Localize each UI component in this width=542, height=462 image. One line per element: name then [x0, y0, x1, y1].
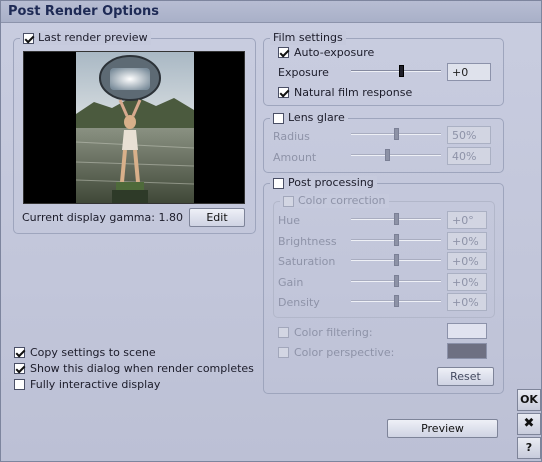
- gain-slider-thumb[interactable]: [394, 275, 399, 287]
- last-render-label: Last render preview: [38, 31, 148, 44]
- gain-slider[interactable]: [351, 275, 441, 287]
- post-processing-toggle[interactable]: Post processing: [270, 176, 377, 190]
- copy-settings-label: Copy settings to scene: [30, 346, 156, 359]
- radius-slider-thumb[interactable]: [394, 128, 399, 140]
- hue-label: Hue: [278, 214, 301, 227]
- radius-label: Radius: [273, 130, 310, 143]
- color-perspective-checkbox[interactable]: [278, 347, 289, 358]
- density-label: Density: [278, 296, 320, 309]
- color-correction-toggle[interactable]: Color correction: [280, 194, 389, 208]
- gamma-text: Current display gamma: 1.80: [22, 211, 183, 224]
- color-filtering-checkbox[interactable]: [278, 327, 289, 338]
- density-field[interactable]: +0%: [447, 293, 487, 311]
- amount-field[interactable]: 40%: [447, 147, 491, 165]
- color-filtering-label: Color filtering:: [294, 326, 373, 339]
- render-preview-graphic: [24, 52, 244, 203]
- reset-button[interactable]: Reset: [437, 367, 494, 386]
- copy-settings-checkbox[interactable]: [14, 347, 25, 358]
- color-perspective-label: Color perspective:: [294, 346, 395, 359]
- last-render-checkbox[interactable]: [23, 32, 34, 44]
- color-correction-checkbox[interactable]: [283, 195, 294, 207]
- lens-glare-label: Lens glare: [288, 111, 345, 124]
- amount-slider-thumb[interactable]: [385, 149, 390, 161]
- gain-field[interactable]: +0%: [447, 273, 487, 291]
- interactive-display-label: Fully interactive display: [30, 378, 161, 391]
- close-icon: ✖: [523, 416, 535, 431]
- ok-label: OK: [520, 393, 538, 406]
- auto-exposure-toggle[interactable]: Auto-exposure: [278, 46, 374, 59]
- post-processing-checkbox[interactable]: [273, 177, 284, 189]
- color-perspective-swatch[interactable]: [447, 343, 487, 359]
- saturation-slider-thumb[interactable]: [394, 254, 399, 266]
- title-bar[interactable]: Post Render Options: [1, 1, 541, 23]
- brightness-field[interactable]: +0%: [447, 232, 487, 250]
- auto-exposure-checkbox[interactable]: [278, 47, 289, 58]
- brightness-label: Brightness: [278, 235, 337, 248]
- hue-slider-thumb[interactable]: [394, 213, 399, 225]
- natural-film-checkbox[interactable]: [278, 87, 289, 98]
- window-title: Post Render Options: [8, 4, 160, 19]
- auto-exposure-label: Auto-exposure: [294, 46, 375, 59]
- amount-label: Amount: [273, 151, 317, 164]
- hue-slider[interactable]: [351, 213, 441, 225]
- exposure-field[interactable]: +0: [447, 63, 491, 81]
- density-slider-thumb[interactable]: [394, 295, 399, 307]
- color-correction-label: Color correction: [298, 194, 386, 207]
- lens-glare-checkbox[interactable]: [273, 112, 284, 124]
- help-icon: ?: [525, 441, 533, 454]
- exposure-slider[interactable]: [351, 65, 441, 77]
- color-filtering-swatch[interactable]: [447, 323, 487, 339]
- brightness-slider-thumb[interactable]: [394, 234, 399, 246]
- post-processing-label: Post processing: [288, 176, 374, 189]
- hue-field[interactable]: +0°: [447, 211, 487, 229]
- amount-slider-track: [351, 154, 441, 156]
- color-filtering-toggle[interactable]: Color filtering:: [278, 326, 373, 339]
- preview-button[interactable]: Preview: [387, 419, 498, 438]
- help-button[interactable]: ?: [517, 437, 541, 459]
- interactive-display-toggle[interactable]: Fully interactive display: [14, 378, 160, 391]
- edit-gamma-button[interactable]: Edit: [189, 208, 245, 227]
- show-dialog-checkbox[interactable]: [14, 363, 25, 374]
- natural-film-label: Natural film response: [294, 86, 413, 99]
- amount-slider[interactable]: [351, 149, 441, 161]
- render-preview-image: [23, 51, 245, 204]
- copy-settings-toggle[interactable]: Copy settings to scene: [14, 346, 156, 359]
- natural-film-toggle[interactable]: Natural film response: [278, 86, 412, 99]
- post-render-options-window: Post Render Options Last render preview: [0, 0, 542, 462]
- gain-label: Gain: [278, 276, 304, 289]
- brightness-slider[interactable]: [351, 234, 441, 246]
- radius-slider[interactable]: [351, 128, 441, 140]
- last-render-toggle[interactable]: Last render preview: [20, 31, 151, 45]
- show-dialog-label: Show this dialog when render completes: [30, 362, 254, 375]
- exposure-label: Exposure: [278, 66, 329, 79]
- exposure-slider-track: [351, 70, 441, 72]
- saturation-field[interactable]: +0%: [447, 252, 487, 270]
- color-perspective-toggle[interactable]: Color perspective:: [278, 346, 394, 359]
- exposure-slider-thumb[interactable]: [398, 65, 404, 77]
- ok-button[interactable]: OK: [517, 389, 541, 411]
- radius-field[interactable]: 50%: [447, 126, 491, 144]
- lens-glare-toggle[interactable]: Lens glare: [270, 111, 348, 125]
- film-settings-title: Film settings: [270, 31, 346, 45]
- saturation-slider[interactable]: [351, 254, 441, 266]
- cancel-button[interactable]: ✖: [517, 413, 541, 435]
- interactive-display-checkbox[interactable]: [14, 379, 25, 390]
- density-slider[interactable]: [351, 295, 441, 307]
- saturation-label: Saturation: [278, 255, 336, 268]
- film-settings-label: Film settings: [273, 31, 343, 44]
- show-dialog-toggle[interactable]: Show this dialog when render completes: [14, 362, 254, 375]
